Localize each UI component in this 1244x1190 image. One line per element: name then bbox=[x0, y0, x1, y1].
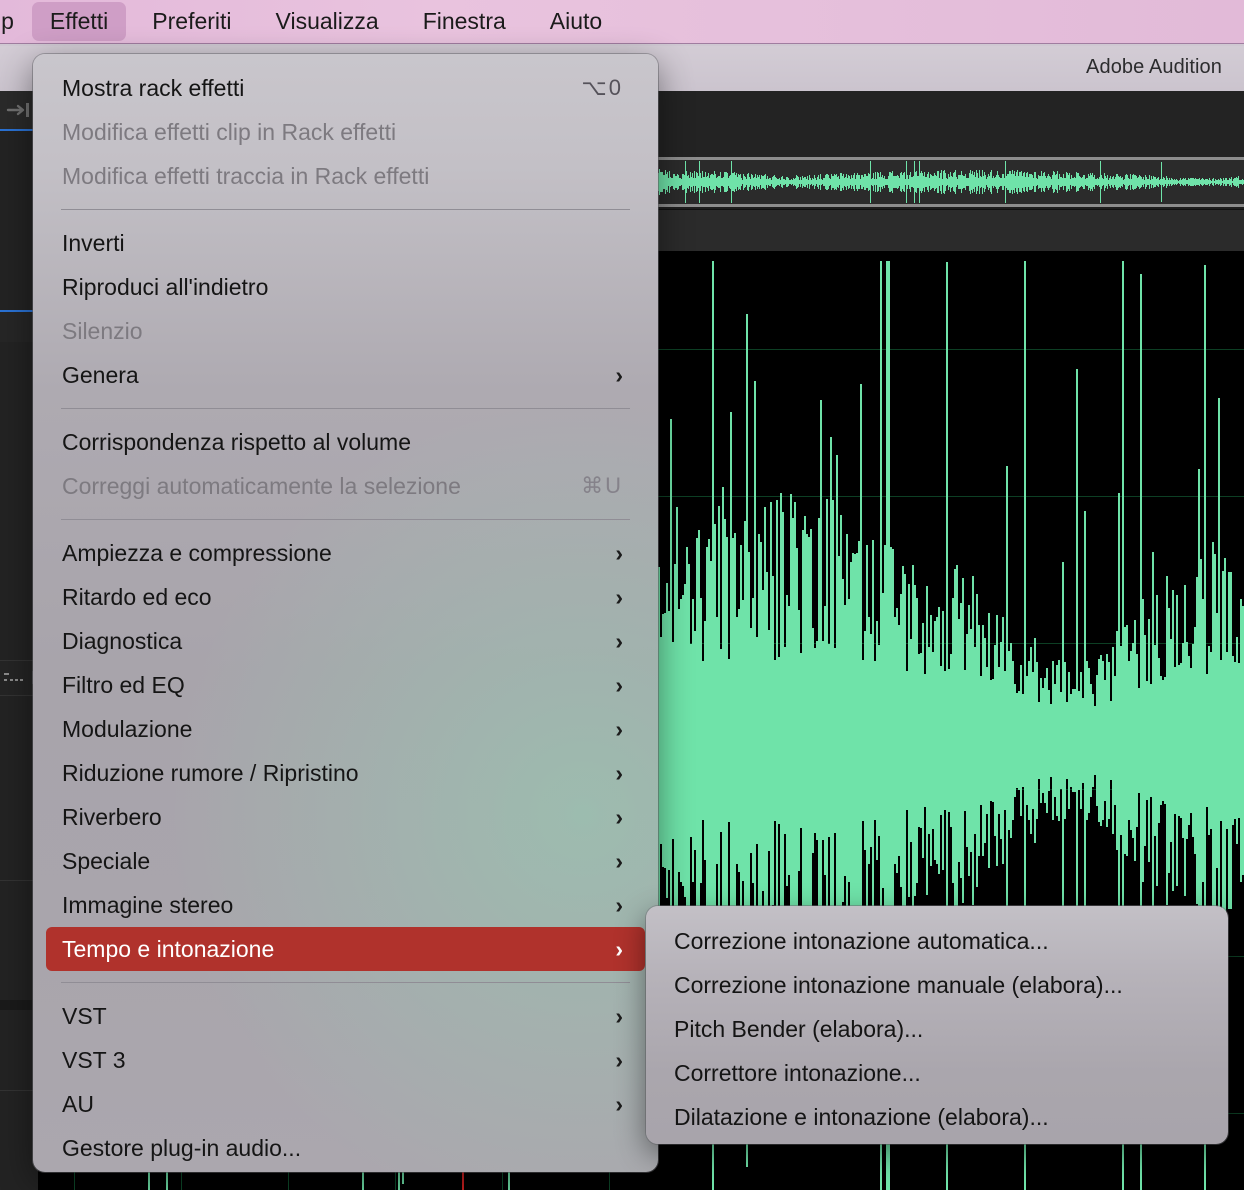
app-title: Adobe Audition bbox=[1086, 56, 1222, 78]
menu-item-label: Inverti bbox=[62, 229, 125, 256]
menu-item-corrispondenza-rispetto-al-volume[interactable]: Corrispondenza rispetto al volume bbox=[46, 420, 645, 464]
menu-item-label: Mostra rack effetti bbox=[62, 74, 245, 101]
menu-item-modifica-effetti-traccia-in-rack-effetti: Modifica effetti traccia in Rack effetti bbox=[46, 154, 645, 198]
chevron-right-icon: › bbox=[615, 1046, 623, 1073]
menu-item-label: AU bbox=[62, 1090, 94, 1117]
menu-item-label: Riduzione rumore / Ripristino bbox=[62, 759, 359, 786]
menu-item-vst-3[interactable]: VST 3 › bbox=[46, 1038, 645, 1082]
menu-item-label: Diagnostica bbox=[62, 627, 183, 654]
application-menubar: ipEffettiPreferitiVisualizzaFinestraAiut… bbox=[0, 0, 1244, 44]
menu-item-modulazione[interactable]: Modulazione › bbox=[46, 707, 645, 751]
menu-item-diagnostica[interactable]: Diagnostica › bbox=[46, 619, 645, 663]
menu-item-riverbero[interactable]: Riverbero › bbox=[46, 795, 645, 839]
chevron-right-icon: › bbox=[615, 627, 623, 654]
menu-item-genera[interactable]: Genera › bbox=[46, 353, 645, 397]
menu-item-shortcut: ⌘U bbox=[581, 473, 623, 498]
menu-item-silenzio: Silenzio bbox=[46, 309, 645, 353]
chevron-right-icon: › bbox=[615, 715, 623, 742]
menu-item-shortcut: ⌥0 bbox=[581, 75, 623, 100]
effetti-dropdown-menu: Mostra rack effetti ⌥0 Modifica effetti cl… bbox=[33, 54, 658, 1172]
menu-item-filtro-ed-eq[interactable]: Filtro ed EQ › bbox=[46, 663, 645, 707]
chevron-right-icon: › bbox=[615, 847, 623, 874]
menu-item-ritardo-ed-eco[interactable]: Ritardo ed eco › bbox=[46, 575, 645, 619]
chevron-right-icon: › bbox=[615, 803, 623, 830]
menu-item-label: Filtro ed EQ bbox=[62, 671, 185, 698]
submenu-item-dilatazione-e-intonazione-elabora[interactable]: Dilatazione e intonazione (elabora)... bbox=[658, 1095, 1216, 1139]
menu-separator bbox=[61, 408, 630, 409]
menu-item-label: Tempo e intonazione bbox=[62, 935, 275, 962]
menubar-item-finestra[interactable]: Finestra bbox=[405, 2, 524, 41]
menu-item-mostra-rack-effetti[interactable]: Mostra rack effetti ⌥0 bbox=[46, 66, 645, 110]
submenu-item-correzione-intonazione-automatica[interactable]: Correzione intonazione automatica... bbox=[658, 919, 1216, 963]
menu-item-correggi-automaticamente-la-selezione: Correggi automaticamente la selezione ⌘U bbox=[46, 464, 645, 508]
menu-item-label: Silenzio bbox=[62, 317, 143, 344]
menu-item-label: Corrispondenza rispetto al volume bbox=[62, 428, 412, 455]
menu-separator bbox=[61, 209, 630, 210]
menu-item-label: VST 3 bbox=[62, 1046, 126, 1073]
chevron-right-icon: › bbox=[615, 935, 623, 962]
menu-item-label: Correggi automaticamente la selezione bbox=[62, 472, 461, 499]
menubar-item-preferiti[interactable]: Preferiti bbox=[134, 2, 249, 41]
menu-item-inverti[interactable]: Inverti bbox=[46, 221, 645, 265]
menu-item-label: Riverbero bbox=[62, 803, 162, 830]
menu-item-vst[interactable]: VST › bbox=[46, 994, 645, 1038]
menu-item-ampiezza-e-compressione[interactable]: Ampiezza e compressione › bbox=[46, 531, 645, 575]
menu-item-riduzione-rumore-ripristino[interactable]: Riduzione rumore / Ripristino › bbox=[46, 751, 645, 795]
menu-item-label: VST bbox=[62, 1002, 107, 1029]
tempo-e-intonazione-submenu: Correzione intonazione automatica... Corr… bbox=[646, 906, 1228, 1144]
chevron-right-icon: › bbox=[615, 1002, 623, 1029]
menubar-item-visualizza[interactable]: Visualizza bbox=[258, 2, 397, 41]
menubar-item-effetti[interactable]: Effetti bbox=[31, 2, 127, 41]
menu-item-tempo-e-intonazione[interactable]: Tempo e intonazione › bbox=[46, 927, 645, 971]
menu-item-label: Immagine stereo bbox=[62, 891, 234, 918]
submenu-item-pitch-bender-elabora[interactable]: Pitch Bender (elabora)... bbox=[658, 1007, 1216, 1051]
chevron-right-icon: › bbox=[615, 361, 623, 388]
submenu-item-correzione-intonazione-manuale-elabora[interactable]: Correzione intonazione manuale (elabora)… bbox=[658, 963, 1216, 1007]
menu-item-au[interactable]: AU › bbox=[46, 1082, 645, 1126]
chevron-right-icon: › bbox=[615, 671, 623, 698]
menu-item-modifica-effetti-clip-in-rack-effetti: Modifica effetti clip in Rack effetti bbox=[46, 110, 645, 154]
menu-separator bbox=[61, 519, 630, 520]
menu-item-label: Genera bbox=[62, 361, 139, 388]
menubar-item-aiuto[interactable]: Aiuto bbox=[532, 2, 620, 41]
chevron-right-icon: › bbox=[615, 891, 623, 918]
chevron-right-icon: › bbox=[615, 1090, 623, 1117]
chevron-right-icon: › bbox=[615, 583, 623, 610]
menu-item-label: Gestore plug-in audio... bbox=[62, 1134, 302, 1161]
menu-item-gestore-plug-in-audio[interactable]: Gestore plug-in audio... bbox=[46, 1126, 645, 1170]
chevron-right-icon: › bbox=[615, 539, 623, 566]
menu-item-immagine-stereo[interactable]: Immagine stereo › bbox=[46, 883, 645, 927]
menu-item-label: Speciale bbox=[62, 847, 151, 874]
menu-item-label: Ritardo ed eco bbox=[62, 583, 212, 610]
menubar-item-ip[interactable]: ip bbox=[0, 2, 24, 41]
menu-item-label: Riproduci all'indietro bbox=[62, 273, 269, 300]
menu-item-label: Modifica effetti traccia in Rack effetti bbox=[62, 162, 430, 189]
chevron-right-icon: › bbox=[615, 759, 623, 786]
menu-item-label: Ampiezza e compressione bbox=[62, 539, 332, 566]
menu-item-speciale[interactable]: Speciale › bbox=[46, 839, 645, 883]
submenu-item-correttore-intonazione[interactable]: Correttore intonazione... bbox=[658, 1051, 1216, 1095]
menu-item-riproduci-all-indietro[interactable]: Riproduci all'indietro bbox=[46, 265, 645, 309]
menu-item-label: Modifica effetti clip in Rack effetti bbox=[62, 118, 397, 145]
menu-separator bbox=[61, 982, 630, 983]
menu-item-label: Modulazione bbox=[62, 715, 193, 742]
